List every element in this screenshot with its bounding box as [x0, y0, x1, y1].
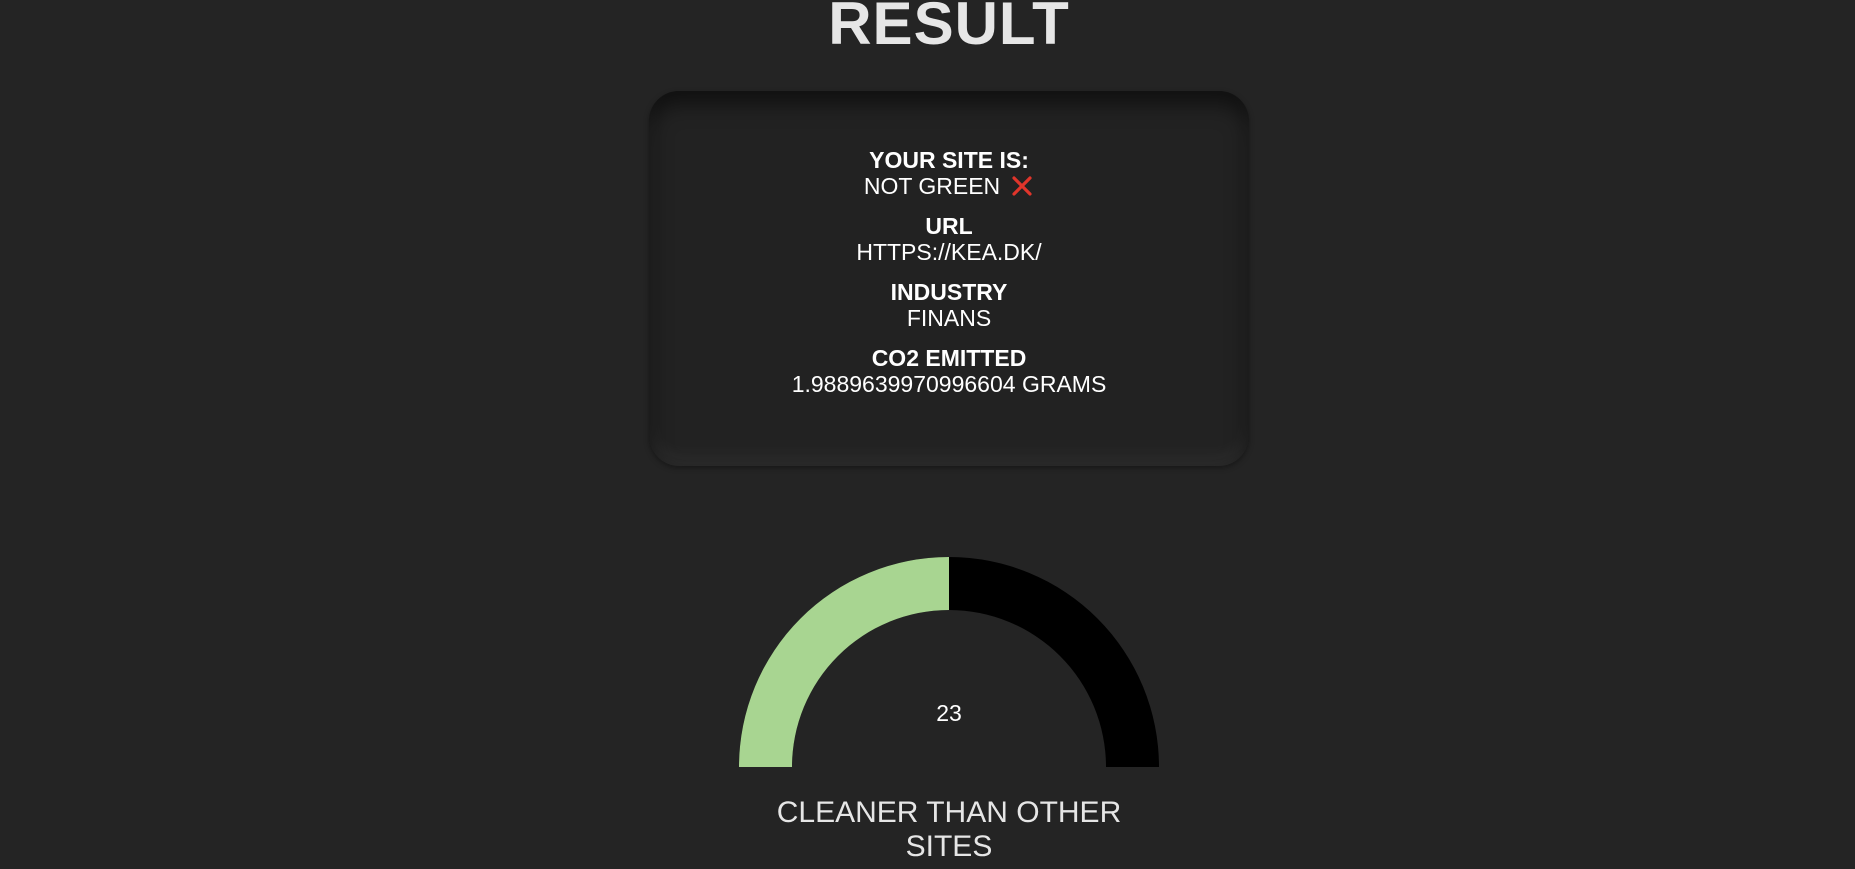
page-title: RESULT [828, 0, 1070, 57]
status-label: YOUR SITE IS: [869, 147, 1029, 173]
status-row: NOT GREEN [649, 173, 1249, 199]
cleanliness-gauge: 23 [739, 555, 1159, 769]
url-label: URL [925, 213, 973, 239]
co2-label: CO2 EMITTED [871, 345, 1027, 371]
industry-value: FINANS [906, 305, 992, 331]
red-x-icon [1010, 174, 1034, 198]
result-summary-card: YOUR SITE IS: NOT GREEN URL HTTPS://KEA.… [649, 91, 1249, 466]
gauge-caption: CLEANER THAN OTHER SITES [776, 796, 1122, 863]
gauge-fill [739, 557, 949, 767]
industry-label: INDUSTRY [890, 279, 1008, 305]
gauge-svg [739, 557, 1159, 767]
status-value: NOT GREEN [863, 173, 1001, 199]
url-value: HTTPS://KEA.DK/ [856, 239, 1042, 265]
result-page: RESULT YOUR SITE IS: NOT GREEN URL HTTPS… [0, 0, 1855, 869]
co2-value: 1.9889639970996604 GRAMS [791, 371, 1107, 397]
gauge-value: 23 [936, 700, 962, 726]
